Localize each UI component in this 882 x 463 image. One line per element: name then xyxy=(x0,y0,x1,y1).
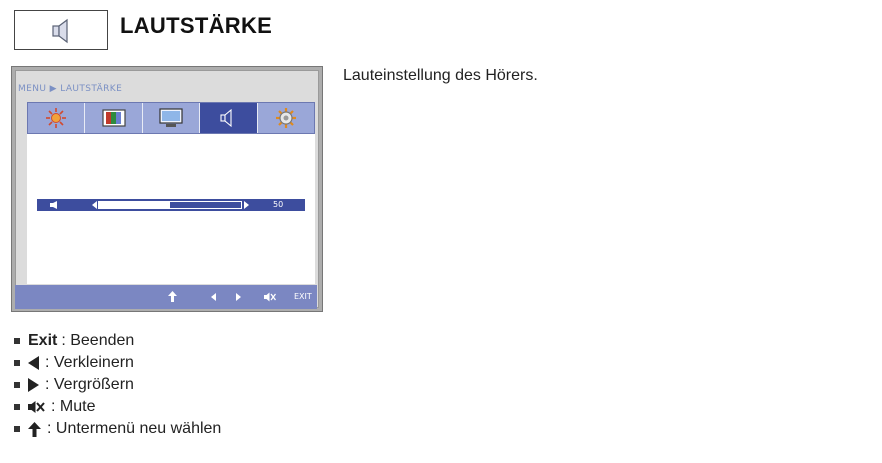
description-text: Lauteinstellung des Hörers. xyxy=(343,67,538,84)
color-bars-icon xyxy=(102,109,126,127)
mute-icon xyxy=(28,401,45,413)
legend-text: : Beenden xyxy=(61,332,135,349)
speaker-icon xyxy=(50,201,57,209)
gear-icon xyxy=(275,108,296,128)
speaker-icon xyxy=(52,18,68,44)
legend-item-increase: : Vergrößern xyxy=(14,374,134,396)
bullet-icon xyxy=(14,338,20,344)
mute-icon[interactable] xyxy=(264,292,276,302)
left-arrow-icon[interactable] xyxy=(92,201,97,209)
legend-item-exit: Exit : Beenden xyxy=(14,330,134,352)
bullet-icon xyxy=(14,426,20,432)
legend-item-mute: : Mute xyxy=(14,396,95,418)
exit-button[interactable]: EXIT xyxy=(294,292,312,301)
osd-menu-panel: MENU ▶ LAUTSTÄRKE 50 EXIT xyxy=(11,66,323,312)
tab-volume[interactable] xyxy=(200,103,258,133)
volume-slider-row: 50 xyxy=(37,199,305,211)
legend-key: Exit xyxy=(28,332,58,349)
sun-icon xyxy=(46,108,67,128)
legend-text: : Verkleinern xyxy=(45,354,134,371)
breadcrumb: MENU ▶ LAUTSTÄRKE xyxy=(18,84,123,94)
left-arrow-icon xyxy=(28,356,39,370)
monitor-icon xyxy=(159,108,183,127)
legend-text: : Mute xyxy=(51,398,96,415)
osd-footer: EXIT xyxy=(15,285,317,309)
legend-text: : Untermenü neu wählen xyxy=(47,420,222,437)
tab-bar xyxy=(27,102,315,134)
up-arrow-icon[interactable] xyxy=(168,291,177,302)
legend-item-submenu: : Untermenü neu wählen xyxy=(14,418,221,440)
tab-brightness[interactable] xyxy=(28,103,86,133)
legend-item-decrease: : Verkleinern xyxy=(14,352,134,374)
volume-slider[interactable] xyxy=(98,201,242,209)
right-arrow-icon[interactable] xyxy=(244,201,249,209)
right-arrow-icon[interactable] xyxy=(236,293,241,301)
bullet-icon xyxy=(14,404,20,410)
bullet-icon xyxy=(14,382,20,388)
legend-text: : Vergrößern xyxy=(45,376,134,393)
right-arrow-icon xyxy=(28,378,39,392)
tab-display[interactable] xyxy=(143,103,201,133)
header-icon-box xyxy=(14,10,108,50)
tab-color[interactable] xyxy=(85,103,143,133)
speaker-icon xyxy=(220,108,232,128)
left-arrow-icon[interactable] xyxy=(211,293,216,301)
tab-setup[interactable] xyxy=(258,103,314,133)
page-title: LAUTSTÄRKE xyxy=(120,13,273,38)
volume-slider-fill xyxy=(99,202,170,208)
bullet-icon xyxy=(14,360,20,366)
up-arrow-icon xyxy=(28,421,41,437)
osd-content-area: 50 xyxy=(27,134,315,284)
volume-value: 50 xyxy=(273,200,284,209)
osd-inner-frame: MENU ▶ LAUTSTÄRKE 50 xyxy=(15,70,319,308)
